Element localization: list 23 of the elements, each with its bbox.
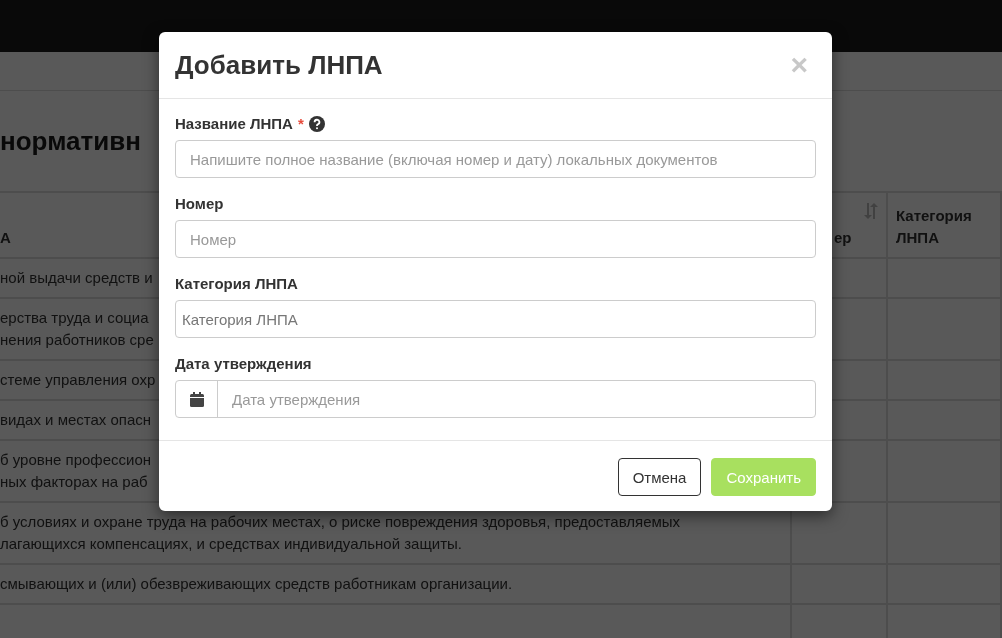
input-field[interactable]: Напишите полное название (включая номер и дату) локальных документов <box>175 140 816 178</box>
help-icon[interactable] <box>308 115 325 132</box>
table-cell-text: б уровне профессион ных факторах на раб <box>0 450 152 492</box>
field-label: Категория ЛНПА <box>175 275 298 292</box>
input-field[interactable]: Номер <box>175 220 816 258</box>
column-header[interactable]: ер <box>834 227 878 249</box>
table-cell-text: видах и местах опасн <box>0 410 152 430</box>
table-cell-text: б условиях и охране труда на рабочих местах, о риске повреждения здоровья, предоставляемых лагающихся компенсациях, и средствах индивидуальной защиты. <box>0 512 681 554</box>
table-cell-text: стеме управления охр <box>0 370 156 390</box>
required-mark: * <box>297 115 304 132</box>
table-cell-text: смывающих и (или) обезвреживающих средств работникам организации. <box>0 574 513 594</box>
calendar-icon <box>189 391 204 407</box>
cancel-button[interactable]: Отмена <box>617 458 702 496</box>
field-label: Название ЛНПА <box>175 115 293 132</box>
save-button[interactable]: Сохранить <box>711 458 816 496</box>
table-cell-text: ной выдачи средств и <box>0 268 153 288</box>
field-label: Дата утверждения <box>175 355 312 372</box>
field-label: Номер <box>175 195 224 212</box>
close-button[interactable]: × <box>782 50 816 80</box>
dialog-title: Добавить ЛНПА <box>175 49 383 81</box>
table-cell-text: ерства труда и социа нения работников сре <box>0 308 154 350</box>
select-field[interactable]: Категория ЛНПА <box>175 300 816 338</box>
page-heading: нормативн <box>0 125 141 157</box>
